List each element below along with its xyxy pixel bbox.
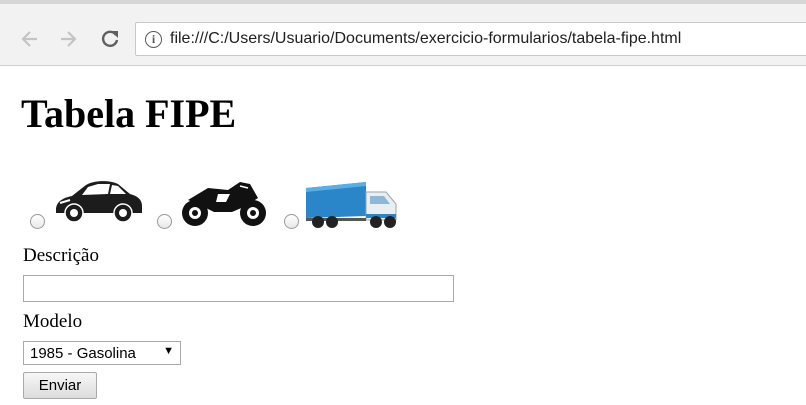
- address-bar[interactable]: i file:///C:/Users/Usuario/Documents/exe…: [135, 22, 806, 56]
- browser-toolbar: i file:///C:/Users/Usuario/Documents/exe…: [0, 0, 806, 66]
- forward-button[interactable]: [55, 26, 81, 52]
- motorcycle-radio[interactable]: [157, 214, 172, 229]
- url-text[interactable]: file:///C:/Users/Usuario/Documents/exerc…: [170, 30, 681, 48]
- vehicle-type-group: [30, 176, 410, 236]
- descricao-input[interactable]: [23, 275, 454, 302]
- reload-icon: [101, 30, 119, 47]
- modelo-label: Modelo: [23, 311, 83, 332]
- modelo-selected-value: 1985 - Gasolina: [30, 344, 136, 362]
- truck-radio[interactable]: [284, 214, 299, 229]
- chevron-down-icon: ▼: [163, 345, 174, 357]
- enviar-button[interactable]: Enviar: [23, 372, 97, 399]
- page-title: Tabela FIPE: [21, 91, 237, 136]
- car-radio[interactable]: [30, 214, 45, 229]
- arrow-right-icon: [61, 31, 77, 47]
- info-icon[interactable]: i: [145, 30, 162, 48]
- reload-button[interactable]: [97, 26, 123, 52]
- truck-icon: [306, 182, 397, 228]
- car-icon: [56, 181, 142, 223]
- descricao-label: Descrição: [23, 245, 99, 266]
- modelo-select[interactable]: 1985 - Gasolina ▼: [23, 341, 181, 365]
- arrow-left-icon: [21, 31, 37, 47]
- motorcycle-icon: [182, 182, 266, 226]
- back-button[interactable]: [17, 26, 43, 52]
